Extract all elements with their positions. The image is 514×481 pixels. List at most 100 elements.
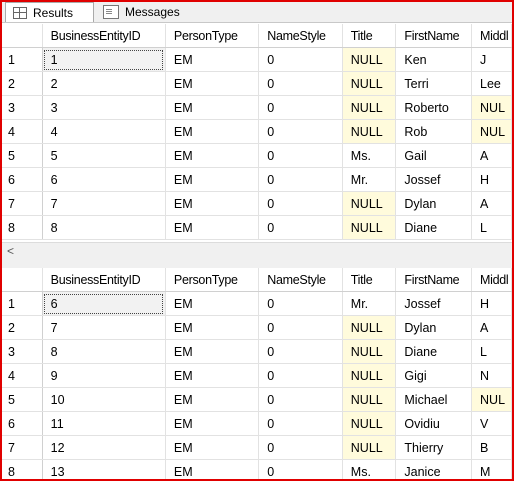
grid-cell[interactable]: EM — [165, 291, 260, 316]
grid-cell[interactable]: 0 — [258, 119, 343, 144]
table-row[interactable]: 1 1 EM 0 NULL Ken J — [2, 47, 512, 72]
grid-cell[interactable]: NULL — [342, 339, 397, 364]
grid-cell[interactable]: NUL — [471, 119, 512, 144]
grid-cell[interactable]: 0 — [258, 291, 343, 316]
grid-cell[interactable]: EM — [165, 315, 260, 340]
grid-cell[interactable]: EM — [165, 435, 260, 460]
table-row[interactable]: 1 6 EM 0 Mr. Jossef H — [2, 291, 512, 316]
grid-cell[interactable]: 0 — [258, 459, 343, 479]
grid-cell[interactable]: Janice — [395, 459, 473, 479]
grid-cell[interactable]: 0 — [258, 71, 343, 96]
table-row[interactable]: 4 9 EM 0 NULL Gigi N — [2, 363, 512, 388]
grid-cell[interactable]: NULL — [342, 95, 397, 120]
grid-cell[interactable]: EM — [165, 215, 260, 240]
grid-cell[interactable]: 1 — [42, 47, 166, 72]
grid-cell[interactable]: 0 — [258, 363, 343, 388]
column-header[interactable]: NameStyle — [258, 24, 343, 48]
grid-cell[interactable]: Rob — [395, 119, 473, 144]
scroll-left-arrow-icon[interactable]: < — [7, 245, 17, 257]
grid-cell[interactable]: 8 — [42, 215, 166, 240]
column-header[interactable]: Middl — [471, 24, 512, 48]
grid-cell[interactable]: NULL — [342, 363, 397, 388]
grid-cell[interactable]: A — [471, 143, 512, 168]
grid-cell[interactable]: N — [471, 363, 512, 388]
grid-cell[interactable]: 0 — [258, 191, 343, 216]
grid-cell[interactable]: 0 — [258, 167, 343, 192]
grid-cell[interactable]: Roberto — [395, 95, 473, 120]
grid-cell[interactable]: NULL — [342, 215, 397, 240]
tab-messages[interactable]: Messages — [96, 2, 194, 21]
grid-cell[interactable]: 11 — [42, 411, 166, 436]
grid-cell[interactable]: NULL — [342, 71, 397, 96]
grid-cell[interactable]: 0 — [258, 215, 343, 240]
grid-cell[interactable]: Ms. — [342, 459, 397, 479]
grid-cell[interactable]: 0 — [258, 339, 343, 364]
grid-cell[interactable]: 0 — [258, 315, 343, 340]
grid-cell[interactable]: NULL — [342, 315, 397, 340]
grid-cell[interactable]: NUL — [471, 95, 512, 120]
column-header[interactable]: PersonType — [165, 268, 260, 292]
column-header[interactable]: FirstName — [395, 24, 473, 48]
grid-cell[interactable]: EM — [165, 363, 260, 388]
table-row[interactable]: 8 8 EM 0 NULL Diane L — [2, 215, 512, 240]
grid-cell[interactable]: Diane — [395, 339, 473, 364]
grid-cell[interactable]: Ovidiu — [395, 411, 473, 436]
grid-cell[interactable]: NULL — [342, 411, 397, 436]
grid-cell[interactable]: 9 — [42, 363, 166, 388]
table-row[interactable]: 5 5 EM 0 Ms. Gail A — [2, 143, 512, 168]
grid-cell[interactable]: L — [471, 215, 512, 240]
grid-cell[interactable]: 5 — [42, 143, 166, 168]
grid-cell[interactable]: 0 — [258, 435, 343, 460]
table-row[interactable]: 2 2 EM 0 NULL Terri Lee — [2, 71, 512, 96]
grid-cell[interactable]: NULL — [342, 191, 397, 216]
grid-cell[interactable]: B — [471, 435, 512, 460]
table-row[interactable]: 7 7 EM 0 NULL Dylan A — [2, 191, 512, 216]
grid-cell[interactable]: Ken — [395, 47, 473, 72]
grid-cell[interactable]: 8 — [42, 339, 166, 364]
grid-cell[interactable]: 12 — [42, 435, 166, 460]
column-header[interactable]: NameStyle — [258, 268, 343, 292]
column-header[interactable]: BusinessEntityID — [42, 268, 166, 292]
grid-cell[interactable]: A — [471, 191, 512, 216]
grid-cell[interactable]: A — [471, 315, 512, 340]
grid-cell[interactable]: EM — [165, 411, 260, 436]
grid-cell[interactable]: EM — [165, 47, 260, 72]
grid-cell[interactable]: J — [471, 47, 512, 72]
grid-cell[interactable]: NULL — [342, 435, 397, 460]
column-header[interactable]: Title — [342, 268, 397, 292]
grid-cell[interactable]: EM — [165, 119, 260, 144]
table-row[interactable]: 8 13 EM 0 Ms. Janice M — [2, 459, 512, 479]
grid-cell[interactable]: Thierry — [395, 435, 473, 460]
grid-cell[interactable]: EM — [165, 167, 260, 192]
grid-cell[interactable]: Jossef — [395, 291, 473, 316]
tab-results[interactable]: Results — [5, 2, 94, 22]
grid-cell[interactable]: EM — [165, 339, 260, 364]
grid-cell[interactable]: NULL — [342, 119, 397, 144]
grid-cell[interactable]: 7 — [42, 191, 166, 216]
column-header[interactable]: FirstName — [395, 268, 473, 292]
grid-cell[interactable]: 0 — [258, 143, 343, 168]
grid-cell[interactable]: 0 — [258, 387, 343, 412]
grid-cell[interactable]: Michael — [395, 387, 473, 412]
grid-cell[interactable]: M — [471, 459, 512, 479]
column-header[interactable]: Title — [342, 24, 397, 48]
grid-cell[interactable]: 6 — [42, 167, 166, 192]
table-row[interactable]: 4 4 EM 0 NULL Rob NUL — [2, 119, 512, 144]
grid-cell[interactable]: EM — [165, 95, 260, 120]
grid-cell[interactable]: NULL — [342, 47, 397, 72]
grid-cell[interactable]: H — [471, 167, 512, 192]
grid-cell[interactable]: 0 — [258, 411, 343, 436]
grid-cell[interactable]: Jossef — [395, 167, 473, 192]
table-row[interactable]: 3 3 EM 0 NULL Roberto NUL — [2, 95, 512, 120]
grid-cell[interactable]: EM — [165, 387, 260, 412]
column-header[interactable]: PersonType — [165, 24, 260, 48]
grid-cell[interactable]: 0 — [258, 95, 343, 120]
grid-cell[interactable]: EM — [165, 459, 260, 479]
table-row[interactable]: 5 10 EM 0 NULL Michael NUL — [2, 387, 512, 412]
grid-cell[interactable]: NULL — [342, 387, 397, 412]
table-row[interactable]: 6 6 EM 0 Mr. Jossef H — [2, 167, 512, 192]
grid-cell[interactable]: 4 — [42, 119, 166, 144]
grid-cell[interactable]: 7 — [42, 315, 166, 340]
grid-cell[interactable]: Gail — [395, 143, 473, 168]
column-header[interactable]: Middl — [471, 268, 512, 292]
